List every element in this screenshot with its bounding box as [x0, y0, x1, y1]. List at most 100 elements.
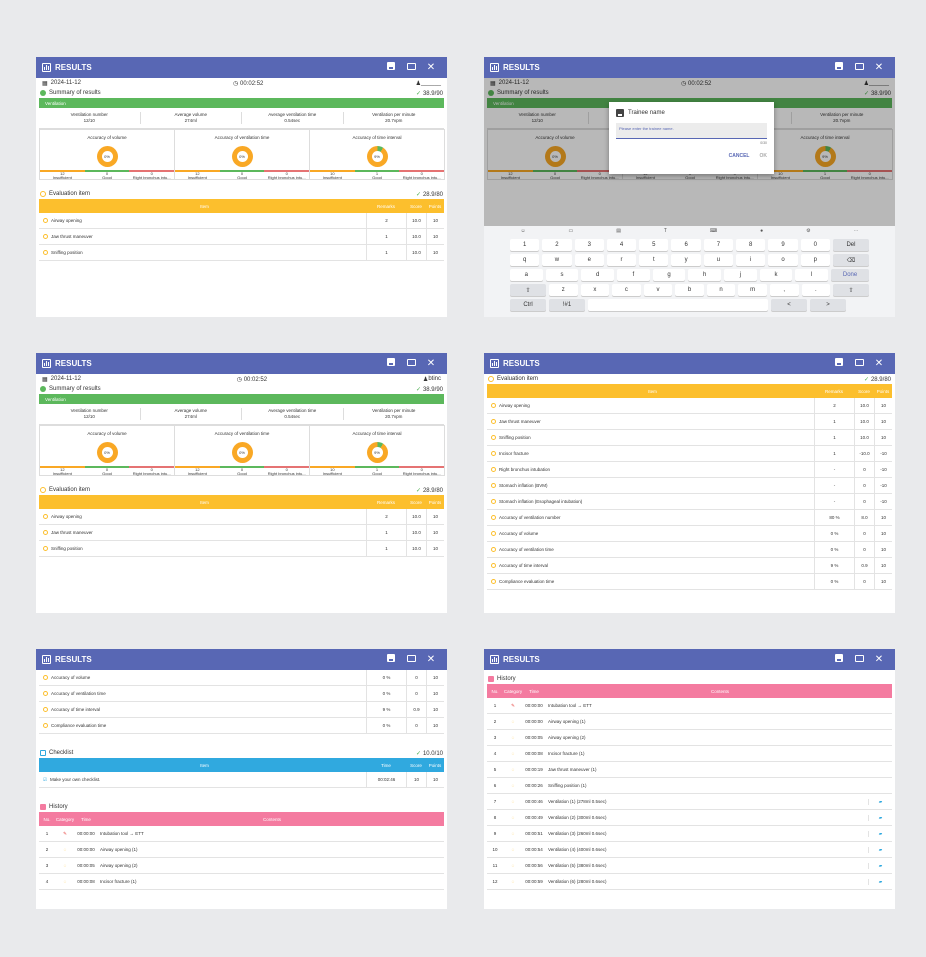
key[interactable]: p: [800, 254, 830, 266]
key[interactable]: d: [581, 269, 615, 281]
key[interactable]: 9: [768, 239, 798, 251]
ok-button[interactable]: OK: [760, 153, 768, 159]
key[interactable]: o: [768, 254, 798, 266]
evaluation-row[interactable]: Jaw thrust maneuver 1 10.0 10: [39, 229, 444, 245]
key[interactable]: ⇧: [510, 284, 546, 296]
key[interactable]: g: [652, 269, 686, 281]
history-row[interactable]: 1 ✎ 00:00:00 Intubation tool → ETT: [39, 826, 444, 842]
evaluation-row[interactable]: Accuracy of volume 0 % 0 10: [39, 670, 444, 686]
evaluation-row[interactable]: Jaw thrust maneuver 1 10.0 10: [487, 414, 892, 430]
evaluation-row[interactable]: Incisor fracture 1 -10.0 -10: [487, 446, 892, 462]
key[interactable]: h: [688, 269, 722, 281]
ventilation-graph-icon[interactable]: ▰: [868, 878, 892, 885]
key[interactable]: x: [580, 284, 610, 296]
key[interactable]: 8: [736, 239, 766, 251]
key[interactable]: 3: [574, 239, 604, 251]
text-icon[interactable]: T: [664, 228, 667, 234]
trainee-name[interactable]: btinc: [428, 376, 441, 382]
key[interactable]: >: [810, 299, 846, 311]
key[interactable]: c: [612, 284, 641, 296]
open-folder-button[interactable]: [849, 358, 869, 369]
save-button[interactable]: [381, 654, 401, 665]
history-row[interactable]: 5 ◌ 00:00:19 Jaw thrust maneuver (1): [487, 762, 892, 778]
evaluation-row[interactable]: Accuracy of ventilation time 0 % 0 10: [487, 542, 892, 558]
history-row[interactable]: 6 ◌ 00:00:26 Sniffing position (1): [487, 778, 892, 794]
cancel-button[interactable]: CANCEL: [729, 153, 750, 159]
save-button[interactable]: [829, 654, 849, 665]
trainee-name[interactable]: ______: [421, 80, 441, 86]
open-folder-button[interactable]: [401, 654, 421, 665]
close-button[interactable]: ✕: [421, 62, 441, 73]
open-folder-button[interactable]: [849, 654, 869, 665]
history-row[interactable]: 12 ◌ 00:00:59 Ventilation (6) (280ml 0.6…: [487, 874, 892, 890]
key[interactable]: 2: [542, 239, 572, 251]
close-button[interactable]: ✕: [869, 654, 889, 665]
ventilation-graph-icon[interactable]: ▰: [868, 862, 892, 869]
key[interactable]: !#1: [549, 299, 585, 311]
checkbox-icon[interactable]: ☑: [43, 777, 47, 783]
close-button[interactable]: ✕: [869, 358, 889, 369]
history-row[interactable]: 9 ◌ 00:00:51 Ventilation (3) (260ml 0.6s…: [487, 826, 892, 842]
history-row[interactable]: 3 ◌ 00:00:05 Airway opening (2): [487, 730, 892, 746]
evaluation-row[interactable]: Accuracy of ventilation number 80 % 8.0 …: [487, 510, 892, 526]
close-button[interactable]: ✕: [869, 62, 889, 73]
key[interactable]: 1: [510, 239, 540, 251]
evaluation-row[interactable]: Sniffing position 1 10.0 10: [487, 430, 892, 446]
open-folder-button[interactable]: [401, 358, 421, 369]
key[interactable]: 0: [800, 239, 830, 251]
history-row[interactable]: 2 ◌ 00:00:00 Airway opening (1): [487, 714, 892, 730]
key[interactable]: [588, 299, 768, 311]
key[interactable]: f: [617, 269, 650, 281]
ventilation-graph-icon[interactable]: ▰: [868, 846, 892, 853]
evaluation-row[interactable]: Accuracy of volume 0 % 0 10: [487, 526, 892, 542]
history-row[interactable]: 8 ◌ 00:00:49 Ventilation (2) (300ml 0.6s…: [487, 810, 892, 826]
key[interactable]: ⇧: [833, 284, 870, 296]
key[interactable]: j: [724, 269, 757, 281]
key[interactable]: v: [643, 284, 673, 296]
evaluation-row[interactable]: Accuracy of time interval 9 % 0.9 10: [487, 558, 892, 574]
trainee-name-input[interactable]: Please enter the trainee name.: [616, 123, 767, 139]
key[interactable]: r: [606, 254, 637, 266]
evaluation-row[interactable]: Airway opening 2 10.0 10: [39, 213, 444, 229]
history-row[interactable]: 3 ◌ 00:00:05 Airway opening (2): [39, 858, 444, 874]
save-button[interactable]: [381, 62, 401, 73]
evaluation-row[interactable]: Airway opening 2 10.0 10: [487, 398, 892, 414]
clipboard-icon[interactable]: ▤: [616, 228, 621, 234]
save-button[interactable]: [829, 62, 849, 73]
evaluation-row[interactable]: Jaw thrust maneuver 1 10.0 10: [39, 525, 444, 541]
history-row[interactable]: 2 ◌ 00:00:00 Airway opening (1): [39, 842, 444, 858]
key[interactable]: n: [706, 284, 736, 296]
evaluation-row[interactable]: Accuracy of ventilation time 0 % 0 10: [39, 686, 444, 702]
settings-icon[interactable]: ⚙: [806, 228, 810, 234]
key[interactable]: Ctrl: [510, 299, 546, 311]
key[interactable]: 5: [639, 239, 669, 251]
key[interactable]: .: [801, 284, 831, 296]
evaluation-row[interactable]: Accuracy of time interval 9 % 0.9 10: [39, 702, 444, 718]
mic-icon[interactable]: ●: [760, 228, 763, 234]
key[interactable]: i: [736, 254, 766, 266]
key[interactable]: 4: [606, 239, 637, 251]
key[interactable]: ,: [769, 284, 799, 296]
evaluation-row[interactable]: Compliance evaluation time 0 % 0 10: [39, 718, 444, 734]
evaluation-row[interactable]: Sniffing position 1 10.0 10: [39, 245, 444, 261]
sticker-icon[interactable]: ▭: [569, 228, 574, 234]
key[interactable]: ⌫: [832, 254, 869, 266]
checklist-row[interactable]: ☑ Make your own checklist. 00:02:46 10 10: [39, 772, 444, 788]
key[interactable]: z: [549, 284, 578, 296]
ventilation-graph-icon[interactable]: ▰: [868, 830, 892, 837]
save-button[interactable]: [829, 358, 849, 369]
evaluation-row[interactable]: Stomach inflation (Esophageal intubation…: [487, 494, 892, 510]
ventilation-graph-icon[interactable]: ▰: [868, 814, 892, 821]
key[interactable]: <: [771, 299, 807, 311]
key[interactable]: s: [545, 269, 579, 281]
close-button[interactable]: ✕: [421, 654, 441, 665]
key[interactable]: w: [542, 254, 572, 266]
key[interactable]: b: [675, 284, 704, 296]
key[interactable]: l: [795, 269, 829, 281]
evaluation-row[interactable]: Sniffing position 1 10.0 10: [39, 541, 444, 557]
open-folder-button[interactable]: [849, 62, 869, 73]
history-row[interactable]: 4 ◌ 00:00:08 Incisor fracture (1): [487, 746, 892, 762]
history-row[interactable]: 1 ✎ 00:00:00 Intubation tool → ETT: [487, 698, 892, 714]
history-row[interactable]: 11 ◌ 00:00:56 Ventilation (5) (380ml 0.6…: [487, 858, 892, 874]
evaluation-row[interactable]: Airway opening 2 10.0 10: [39, 509, 444, 525]
